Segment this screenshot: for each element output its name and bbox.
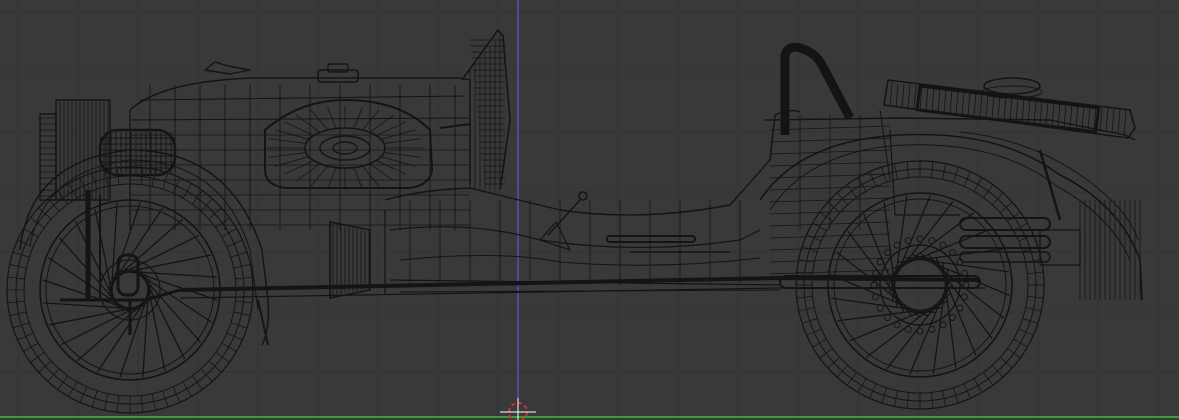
rear-fuel-tank <box>883 77 1136 139</box>
chassis-rail <box>179 275 985 299</box>
viewport-canvas[interactable] <box>0 0 1179 420</box>
spare-wheel <box>264 99 433 190</box>
fuel-cap <box>317 63 359 83</box>
roll-bar <box>780 42 854 135</box>
wireframe-car-model[interactable] <box>6 29 1143 414</box>
rear-hub-bolts <box>870 235 970 335</box>
rear-wheel-spokes <box>830 195 1010 375</box>
3d-viewport[interactable] <box>0 0 1179 420</box>
windscreen <box>461 29 511 191</box>
